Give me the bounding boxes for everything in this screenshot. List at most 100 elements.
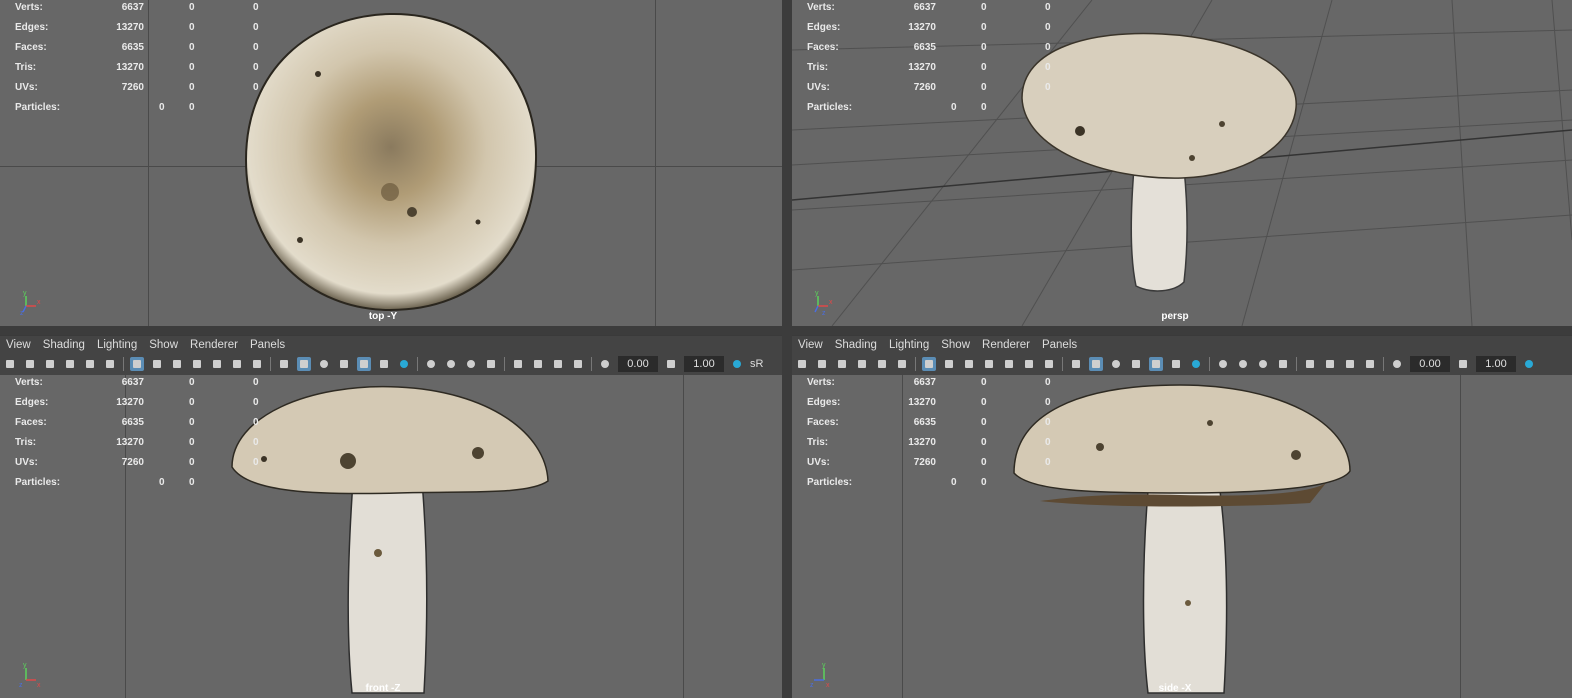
xray-icon[interactable] (1149, 357, 1163, 371)
safe-title-icon[interactable] (250, 357, 264, 371)
menu-panels[interactable]: Panels (1042, 339, 1077, 351)
motion-blur-icon[interactable] (1236, 357, 1250, 371)
xray-icon[interactable] (357, 357, 371, 371)
grease-pencil-icon[interactable] (83, 357, 97, 371)
bookmark-icon[interactable] (43, 357, 57, 371)
stats-value: 0 (951, 477, 957, 488)
isolate-icon[interactable] (1303, 357, 1317, 371)
stats-value: 0 (981, 42, 987, 53)
color-space-label[interactable]: sR (750, 358, 763, 370)
menu-show[interactable]: Show (149, 339, 178, 351)
shaded-icon[interactable] (1089, 357, 1103, 371)
grease-pencil-icon[interactable] (875, 357, 889, 371)
film-gate-icon[interactable] (942, 357, 956, 371)
menu-shading[interactable]: Shading (835, 339, 877, 351)
camera-icon[interactable] (3, 357, 17, 371)
resolution-gate-icon[interactable] (170, 357, 184, 371)
menu-renderer[interactable]: Renderer (190, 339, 238, 351)
motion-blur-icon[interactable] (444, 357, 458, 371)
camera-attributes-icon[interactable] (815, 357, 829, 371)
stats-label: Edges: (807, 397, 841, 408)
camera-attributes-icon[interactable] (23, 357, 37, 371)
menu-lighting[interactable]: Lighting (97, 339, 137, 351)
anti-aliasing-icon[interactable] (464, 357, 478, 371)
menu-panels[interactable]: Panels (250, 339, 285, 351)
shadow-icon[interactable] (1189, 357, 1203, 371)
menu-show[interactable]: Show (941, 339, 970, 351)
textured-icon[interactable] (1129, 357, 1143, 371)
shaded-icon[interactable] (297, 357, 311, 371)
gamma-field[interactable]: 1.00 (684, 356, 724, 372)
ambient-occlusion-icon[interactable] (1216, 357, 1230, 371)
stats-value: 0 (159, 102, 165, 113)
exposure-field[interactable]: 0.00 (1410, 356, 1450, 372)
grid-icon[interactable] (130, 357, 144, 371)
field-chart-icon[interactable] (210, 357, 224, 371)
field-chart-icon[interactable] (1002, 357, 1016, 371)
camera-icon[interactable] (795, 357, 809, 371)
xray-joints-icon[interactable] (1323, 357, 1337, 371)
stats-value: 0 (1045, 437, 1051, 448)
color-management-icon[interactable] (730, 357, 744, 371)
viewport-divider-horizontal[interactable] (0, 326, 1572, 335)
isolate-icon[interactable] (511, 357, 525, 371)
wireframe-on-shaded-icon[interactable] (1109, 357, 1123, 371)
viewport-divider-vertical[interactable] (782, 0, 792, 698)
depth-of-field-icon[interactable] (484, 357, 498, 371)
image-plane-icon[interactable] (855, 357, 869, 371)
wireframe-icon[interactable] (277, 357, 291, 371)
stats-row: Faces: 6635 0 0 (15, 417, 275, 431)
xray-active-icon[interactable] (551, 357, 565, 371)
textured-icon[interactable] (337, 357, 351, 371)
wireframe-on-shaded-icon[interactable] (317, 357, 331, 371)
exposure-icon[interactable] (598, 357, 612, 371)
color-management-icon[interactable] (1522, 357, 1536, 371)
film-gate-icon[interactable] (150, 357, 164, 371)
xray-active-icon[interactable] (1343, 357, 1357, 371)
exposure-field[interactable]: 0.00 (618, 356, 658, 372)
light-icon[interactable] (377, 357, 391, 371)
two-d-pan-icon[interactable] (103, 357, 117, 371)
viewport-persp[interactable]: persp y x z Verts: 6637 0 0 Edges: 13270 0 0 Fac… (792, 0, 1572, 326)
exposure-icon[interactable] (1390, 357, 1404, 371)
stats-value: 7260 (913, 457, 936, 468)
viewport-side[interactable]: side -X y z x Verts: 6637 0 0 Edges: 13270 0 0 F… (792, 375, 1572, 698)
two-d-pan-icon[interactable] (895, 357, 909, 371)
viewport-top[interactable]: top -Y y x z Verts: 6637 0 0 Edges: 13270 0 0 Fa… (0, 0, 782, 326)
gate-mask-icon[interactable] (190, 357, 204, 371)
menu-view[interactable]: View (798, 339, 823, 351)
resolution-gate-icon[interactable] (962, 357, 976, 371)
toolbar-separator (1383, 357, 1384, 371)
stats-value: 13270 (116, 22, 144, 33)
stats-value: 13270 (116, 437, 144, 448)
backface-culling-icon[interactable] (571, 357, 585, 371)
shadow-icon[interactable] (397, 357, 411, 371)
panel-menubar-front: View Shading Lighting Show Renderer Pane… (0, 336, 782, 354)
menu-lighting[interactable]: Lighting (889, 339, 929, 351)
bookmark-icon[interactable] (835, 357, 849, 371)
menu-shading[interactable]: Shading (43, 339, 85, 351)
grid-icon[interactable] (922, 357, 936, 371)
stats-value: 0 (981, 62, 987, 73)
anti-aliasing-icon[interactable] (1256, 357, 1270, 371)
ambient-occlusion-icon[interactable] (424, 357, 438, 371)
wireframe-icon[interactable] (1069, 357, 1083, 371)
gamma-icon[interactable] (664, 357, 678, 371)
light-icon[interactable] (1169, 357, 1183, 371)
safe-action-icon[interactable] (230, 357, 244, 371)
menu-view[interactable]: View (6, 339, 31, 351)
safe-action-icon[interactable] (1022, 357, 1036, 371)
xray-joints-icon[interactable] (531, 357, 545, 371)
stats-row: UVs: 7260 0 0 (15, 457, 275, 471)
image-plane-icon[interactable] (63, 357, 77, 371)
depth-of-field-icon[interactable] (1276, 357, 1290, 371)
mushroom-front (231, 385, 549, 694)
backface-culling-icon[interactable] (1363, 357, 1377, 371)
gamma-field[interactable]: 1.00 (1476, 356, 1516, 372)
gamma-icon[interactable] (1456, 357, 1470, 371)
safe-title-icon[interactable] (1042, 357, 1056, 371)
stats-label: Tris: (15, 62, 37, 73)
viewport-front[interactable]: front -Z y z x Verts: 6637 0 0 Edges: 13270 0 0… (0, 375, 782, 698)
gate-mask-icon[interactable] (982, 357, 996, 371)
menu-renderer[interactable]: Renderer (982, 339, 1030, 351)
